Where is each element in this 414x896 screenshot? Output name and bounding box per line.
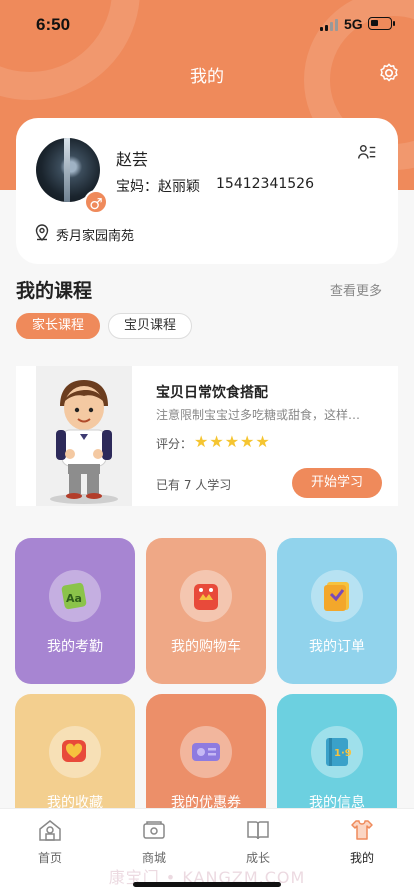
page-title: 我的 — [190, 67, 224, 87]
user-name: 赵芸 — [116, 150, 149, 169]
svg-text:Aa: Aa — [66, 592, 82, 605]
course-thumbnail — [36, 366, 132, 506]
shopping-cart-icon — [194, 584, 218, 610]
battery-icon — [368, 17, 395, 30]
phone-number: 15412341526 — [216, 176, 314, 192]
tile-label: 我的购物车 — [171, 639, 241, 655]
status-time: 6:50 — [36, 15, 71, 34]
profile-icon — [351, 820, 373, 840]
course-description: 注意限制宝宝过多吃糖或甜食，这样… — [156, 408, 361, 422]
mall-icon — [143, 821, 165, 839]
home-icon — [39, 820, 61, 841]
favorite-icon — [62, 740, 86, 762]
tile-label: 我的考勤 — [47, 639, 103, 655]
start-learning-button[interactable]: 开始学习 — [292, 468, 382, 498]
attendance-icon: Aa — [61, 582, 87, 610]
course-card[interactable]: 宝贝日常饮食搭配 注意限制宝宝过多吃糖或甜食，这样… 评分： ★★★★★ 已有 … — [16, 366, 398, 506]
profile-card[interactable]: ♂ 赵芸 宝妈： 赵丽颖 15412341526 秀月家园南苑 — [16, 118, 398, 264]
coupon-icon — [192, 743, 220, 761]
status-bar: 6:50 5G — [0, 0, 414, 50]
growth-icon — [247, 821, 269, 840]
location-icon — [35, 224, 49, 241]
star-rating: ★★★★★ — [194, 432, 271, 451]
mom-name: 赵丽颖 — [158, 179, 200, 195]
cartoon-boy-illustration — [50, 380, 118, 504]
nav-home[interactable]: 首页 — [10, 817, 90, 866]
tile-label: 我的订单 — [309, 639, 365, 655]
home-indicator[interactable] — [133, 882, 281, 887]
tile-orders[interactable]: 我的订单 — [277, 538, 397, 684]
see-more-link[interactable]: 查看更多 — [330, 280, 382, 299]
network-label: 5G — [344, 16, 363, 32]
nav-mall[interactable]: 商城 — [114, 817, 194, 866]
mom-label: 宝妈： — [116, 179, 158, 195]
male-icon: ♂ — [84, 190, 108, 214]
learner-count: 已有 7 人学习 — [156, 478, 232, 492]
course-title: 宝贝日常饮食搭配 — [156, 385, 268, 401]
signal-icon — [320, 19, 340, 31]
message-icon: 1·9 — [326, 738, 352, 766]
nav-growth[interactable]: 成长 — [218, 817, 298, 866]
order-icon — [324, 582, 349, 611]
courses-section-title: 我的课程 — [16, 280, 93, 302]
tab-parent-courses[interactable]: 家长课程 — [16, 313, 100, 339]
svg-text:1·9: 1·9 — [334, 748, 352, 759]
id-card-icon[interactable] — [356, 142, 378, 164]
tile-shopping-cart[interactable]: 我的购物车 — [146, 538, 266, 684]
tile-attendance[interactable]: Aa 我的考勤 — [15, 538, 135, 684]
address: 秀月家园南苑 — [56, 229, 135, 244]
tab-baby-courses[interactable]: 宝贝课程 — [108, 313, 192, 339]
rating-label: 评分： — [156, 437, 193, 451]
settings-icon[interactable] — [378, 62, 400, 84]
nav-profile[interactable]: 我的 — [322, 817, 402, 866]
